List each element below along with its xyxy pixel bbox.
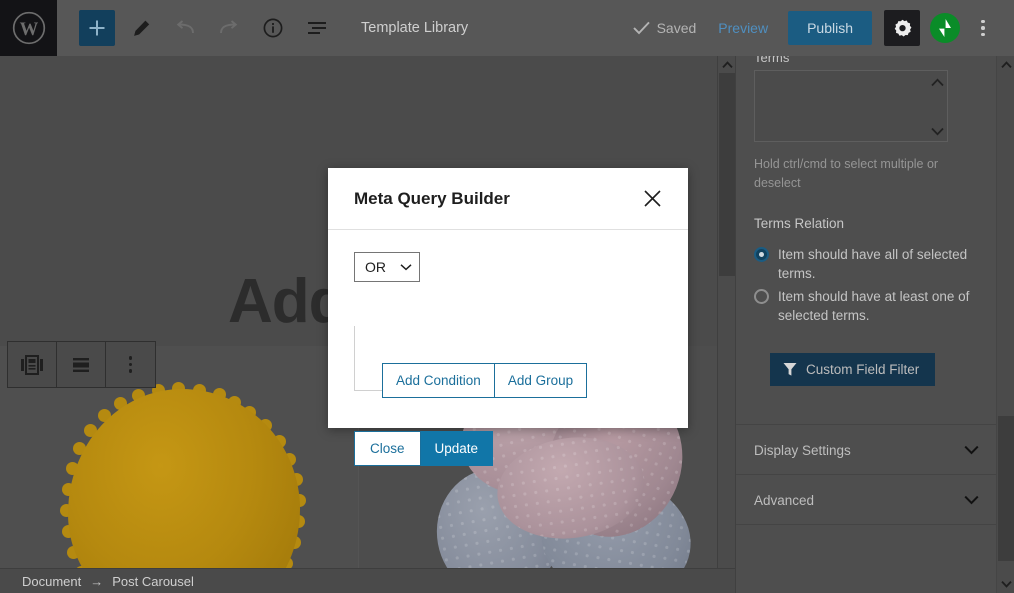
settings-button[interactable] [884, 10, 920, 46]
chevron-down-icon [1000, 580, 1012, 588]
wordpress-logo-button[interactable]: W [0, 0, 57, 56]
gear-icon [894, 19, 911, 36]
accordion-display-settings[interactable]: Display Settings [736, 425, 997, 475]
sidebar-scroll-thumb[interactable] [998, 416, 1014, 561]
chevron-down-icon [930, 127, 944, 136]
add-condition-button[interactable]: Add Condition [382, 363, 495, 398]
relation-select-value: OR [365, 259, 386, 275]
breadcrumb-document[interactable]: Document [22, 574, 81, 589]
tools-button[interactable] [123, 10, 159, 46]
top-bar-right-group: Saved Preview Publish [632, 0, 1014, 56]
radio-terms-any[interactable]: Item should have at least one of selecte… [754, 287, 980, 325]
wordpress-logo-icon: W [12, 11, 45, 45]
jetpack-icon [939, 19, 951, 37]
radio-button-icon [754, 289, 769, 304]
align-icon [73, 357, 89, 372]
chevron-up-icon [721, 60, 733, 68]
modal-close-action-button[interactable]: Close [354, 431, 421, 466]
checkmark-icon [632, 21, 650, 35]
custom-field-filter-button[interactable]: Custom Field Filter [770, 353, 936, 386]
add-block-button[interactable] [79, 10, 115, 46]
jetpack-button[interactable] [930, 13, 960, 43]
post-carousel-icon [21, 354, 43, 375]
terms-label: Terms [754, 56, 790, 65]
relation-select[interactable]: OR [354, 252, 420, 282]
modal-title: Meta Query Builder [354, 188, 510, 208]
modal-body: OR Add Condition Add Group Close Update [328, 230, 688, 466]
settings-sidebar: Terms Hold ctrl/cmd to select multiple o… [735, 56, 1014, 593]
radio-terms-all-label: Item should have all of selected terms. [778, 247, 968, 282]
terms-select-scrollbar[interactable] [928, 72, 946, 142]
terms-select[interactable] [754, 70, 948, 142]
pencil-icon [133, 20, 149, 36]
list-view-icon [308, 22, 326, 34]
radio-terms-any-label: Item should have at least one of selecte… [778, 289, 970, 324]
modal-close-button[interactable] [639, 186, 665, 212]
sidebar-scroll-down-button[interactable] [997, 575, 1014, 593]
breadcrumb[interactable]: Document → Post Carousel [0, 568, 735, 593]
chevron-up-icon [1000, 61, 1012, 69]
wordpress-block-editor: Add Document → Post Carousel Terms Hold … [0, 0, 1014, 593]
terms-relation-label: Terms Relation [754, 216, 845, 231]
sidebar-scrollbar[interactable] [996, 56, 1014, 593]
funnel-filter-icon [783, 363, 797, 376]
block-more-options-button[interactable] [106, 342, 155, 387]
custom-field-filter-label: Custom Field Filter [806, 362, 920, 377]
saved-label: Saved [656, 20, 697, 36]
meta-query-builder-modal: Meta Query Builder OR Add Condition Add … [328, 168, 688, 466]
chevron-down-icon [964, 445, 979, 455]
radio-terms-all[interactable]: Item should have all of selected terms. [754, 245, 980, 283]
redo-button[interactable] [211, 10, 247, 46]
query-action-buttons: Add Condition Add Group [382, 363, 588, 398]
block-type-carousel-button[interactable] [8, 342, 57, 387]
editor-scroll-up-button[interactable] [718, 56, 736, 73]
accordion-advanced[interactable]: Advanced [736, 475, 997, 525]
template-title: Template Library [361, 20, 469, 36]
add-group-button[interactable]: Add Group [494, 363, 588, 398]
editor-scroll-thumb[interactable] [719, 73, 735, 276]
terms-help-text: Hold ctrl/cmd to select multiple or dese… [754, 157, 939, 190]
radio-button-icon [754, 247, 769, 262]
accordion-display-settings-label: Display Settings [754, 442, 851, 458]
chevron-down-icon [964, 495, 979, 505]
accordion-advanced-label: Advanced [754, 492, 815, 508]
publish-button[interactable]: Publish [788, 11, 872, 45]
modal-header: Meta Query Builder [328, 168, 688, 230]
undo-arrow-icon [176, 20, 194, 34]
sidebar-scroll-up-button[interactable] [997, 56, 1014, 74]
modal-footer: Close Update [354, 431, 494, 466]
editor-top-bar: W Template Library Saved Preview Publish [0, 0, 1014, 56]
save-status[interactable]: Saved [632, 20, 697, 36]
block-toolbar[interactable] [7, 341, 156, 388]
modal-update-button[interactable]: Update [420, 431, 494, 466]
undo-button[interactable] [167, 10, 203, 46]
preview-button[interactable]: Preview [718, 20, 768, 36]
plus-icon [89, 20, 105, 36]
breadcrumb-separator-icon: → [90, 573, 104, 589]
breadcrumb-block[interactable]: Post Carousel [112, 574, 194, 589]
redo-arrow-icon [220, 20, 238, 34]
list-view-button[interactable] [299, 10, 335, 46]
sidebar-scrollport: Terms Hold ctrl/cmd to select multiple o… [736, 56, 997, 593]
info-circle-icon [263, 18, 283, 38]
chevron-up-icon [930, 78, 944, 87]
document-info-button[interactable] [255, 10, 291, 46]
editor-scrollbar[interactable] [717, 56, 735, 593]
kebab-menu-icon [128, 356, 133, 373]
close-x-icon [643, 190, 661, 207]
svg-text:W: W [19, 19, 38, 40]
align-button[interactable] [57, 342, 106, 387]
chevron-down-icon [400, 264, 412, 271]
more-options-button[interactable] [966, 10, 1000, 46]
